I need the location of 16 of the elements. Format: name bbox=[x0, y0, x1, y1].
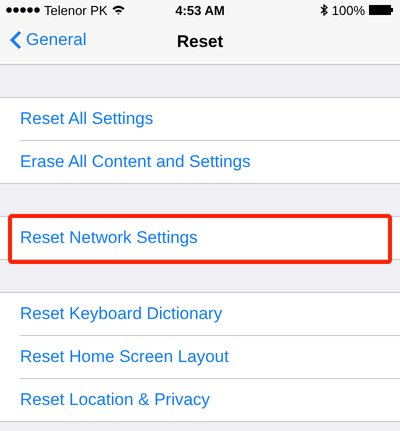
battery-percent: 100% bbox=[332, 2, 365, 18]
reset-option[interactable]: Reset All Settings bbox=[20, 109, 154, 129]
status-time: 4:53 AM bbox=[175, 2, 225, 18]
reset-option[interactable]: Reset Keyboard Dictionary bbox=[20, 304, 222, 324]
reset-option[interactable]: Reset Network Settings bbox=[20, 228, 198, 248]
battery-icon bbox=[369, 5, 394, 15]
wifi-icon bbox=[112, 5, 125, 15]
back-button[interactable]: General bbox=[10, 30, 86, 50]
reset-option[interactable]: Reset Location & Privacy bbox=[20, 390, 210, 410]
bluetooth-icon bbox=[320, 4, 328, 16]
carrier-name: Telenor PK bbox=[44, 2, 108, 18]
page-title: Reset bbox=[176, 32, 224, 52]
signal-icon bbox=[6, 7, 40, 13]
back-chevron-icon bbox=[10, 30, 22, 50]
reset-option[interactable]: Reset Home Screen Layout bbox=[20, 347, 229, 367]
reset-option[interactable]: Erase All Content and Settings bbox=[20, 152, 251, 172]
